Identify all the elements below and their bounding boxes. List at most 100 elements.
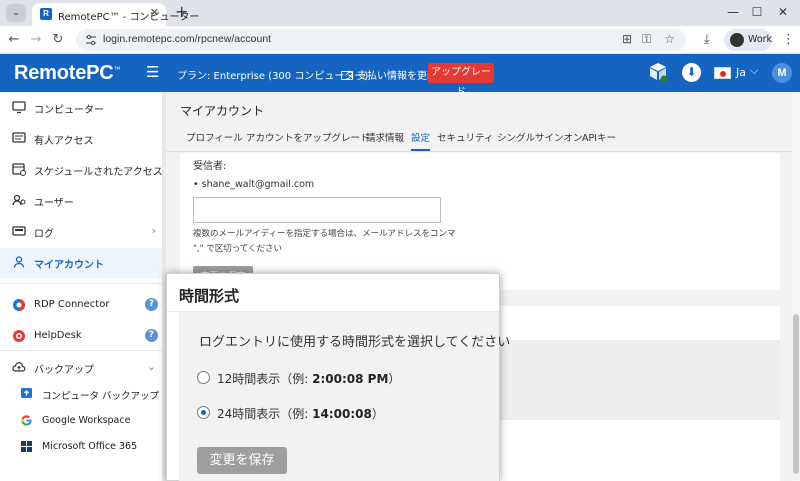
address-bar: ← → ↻ login.remotepc.com/rpcnew/account … [0,26,800,54]
time-format-zoom-callout: 時間形式 ログエントリに使用する時間形式を選択してください 12時間表示（例: … [166,273,510,481]
forward-arrow-icon[interactable]: → [28,32,44,47]
download-app-icon[interactable]: ⬇ [682,63,701,82]
calendar-icon [12,163,26,176]
monitor-icon [12,101,26,114]
tab-search-chevron-icon[interactable]: ⌄ [6,4,26,22]
sidebar-item-helpdesk[interactable]: HelpDesk ? [0,322,166,352]
tab-settings[interactable]: 設定 [411,130,431,151]
sidebar-item-rdp-connector[interactable]: RDP Connector ? [0,291,166,321]
window-close-icon[interactable]: ✕ [774,5,792,19]
content-scrollbar-thumb[interactable] [793,314,799,474]
help-icon[interactable]: ? [145,298,158,311]
sidebar-item-label: 有人アクセス [34,136,94,147]
cloud-upload-icon [12,362,26,372]
remotepc-logo[interactable]: RemotePC™ [14,62,121,85]
sidebar-item-label: スケジュールされたアクセス [34,167,163,178]
time-format-panel [498,340,780,420]
user-avatar[interactable]: M [772,63,792,83]
recipient-email-item: • shane_walt@gmail.com [193,179,315,190]
profile-avatar-icon [730,33,744,47]
maximize-icon[interactable]: ☐ [748,5,766,19]
tab-billing[interactable]: 請求情報 [366,130,404,144]
windows-icon [21,441,32,452]
sidebar-item-label: コンピューター [34,105,104,116]
sidebar-item-backup[interactable]: バックアップ ⌄ [0,353,166,383]
time-format-question: ログエントリに使用する時間形式を選択してください [199,335,511,350]
sidebar-subitem-label: Google Workspace [42,415,131,426]
bookmark-star-icon[interactable]: ☆ [664,32,675,46]
tab-profile[interactable]: プロフィール [186,130,243,144]
helpdesk-icon [13,330,25,342]
upgrade-button[interactable]: アップグレード [428,63,494,98]
log-icon [12,226,26,236]
tab-single-sign-on[interactable]: シングルサインオン [497,130,583,144]
back-arrow-icon[interactable]: ← [6,32,22,47]
time-format-body: ログエントリに使用する時間形式を選択してください 12時間表示（例: 2:00:… [179,312,510,481]
site-settings-icon[interactable] [85,34,97,46]
email-notification-card: 受信者: • shane_walt@gmail.com 複数のメールアイディーを… [180,153,780,290]
sidebar-item-logs[interactable]: ログ › [0,217,166,247]
browser-tab[interactable]: R RemotePC™ - コンピューター ✕ [32,3,200,26]
sidebar-subitem-computer-backup[interactable]: コンピュータ バックアップ [0,381,166,407]
deploy-package-icon[interactable] [648,61,668,83]
url-field[interactable]: login.remotepc.com/rpcnew/account ⊞ ⚿ ☆ [76,29,686,51]
sidebar-item-label: マイアカウント [34,260,104,271]
email-field[interactable] [193,197,441,223]
save-changes-button[interactable]: 変更を保存 [197,447,287,474]
logo-trademark: ™ [113,66,121,74]
profile-button[interactable]: Work [724,29,772,51]
sidebar-subitem-microsoft-office[interactable]: Microsoft Office 365 [0,434,166,460]
time-format-title: 時間形式 [179,287,240,305]
minimize-icon[interactable]: — [724,5,742,19]
google-icon [21,415,32,426]
credit-card-icon [341,71,353,80]
browser-menu-icon[interactable]: ⋮ [782,32,795,47]
browser-tab-strip: ⌄ R RemotePC™ - コンピューター ✕ + — ☐ ✕ [0,0,800,26]
password-key-icon[interactable]: ⚿ [642,32,651,47]
radio-label-12-hour: 12時間表示（例: 2:00:08 PM） [217,370,400,387]
recipients-label: 受信者: [193,161,227,172]
update-payment-link[interactable]: 支払い情報を更新 [341,67,437,82]
japan-flag-icon[interactable] [714,67,731,79]
hamburger-menu-icon[interactable]: ☰ [146,63,159,81]
sidebar-item-my-account[interactable]: マイアカウント [0,248,166,278]
sidebar-divider [0,350,166,351]
tab-api-key[interactable]: APIキー [582,130,616,144]
translate-icon[interactable]: ⊞ [622,32,632,46]
language-chevron-down-icon[interactable]: ⌵ [750,64,758,78]
option1-example: 2:00:08 PM [312,372,389,386]
sidebar-item-label: RDP Connector [34,299,110,310]
reload-icon[interactable]: ↻ [50,32,66,47]
tab-security[interactable]: セキュリティ [437,130,493,144]
email-hint-line2: "," で区切ってください [193,244,283,254]
plan-label: プラン: Enterprise (300 コンピューター) [177,71,369,82]
option2-suffix: ） [371,407,384,421]
option2-example: 14:00:08 [312,407,372,421]
option1-prefix: 12時間表示（例: [217,372,313,386]
rdp-icon [13,299,25,311]
email-hint-line1: 複数のメールアイディーを指定する場合は、メールアドレスをコンマ [193,229,456,239]
new-tab-plus-icon[interactable]: + [175,2,188,21]
sidebar-item-attended-access[interactable]: 有人アクセス [0,124,166,154]
sidebar-subitem-label: Microsoft Office 365 [42,441,138,452]
sidebar-subitem-google-workspace[interactable]: Google Workspace [0,408,166,434]
tab-upgrade-account[interactable]: アカウントをアップグレード [246,130,370,144]
language-selector[interactable]: Ja [736,66,746,79]
radio-24-hour[interactable] [197,406,210,419]
sidebar-item-scheduled-access[interactable]: スケジュールされたアクセス [0,155,166,185]
sidebar-item-label: ログ [34,229,54,240]
download-icon[interactable]: ⤓ [704,32,710,47]
email-hint: 複数のメールアイディーを指定する場合は、メールアドレスをコンマ "," で区切っ… [193,227,463,257]
zoom-header: 時間形式 [167,274,499,312]
radio-label-24-hour: 24時間表示（例: 14:00:08） [217,405,384,422]
sidebar-item-computers[interactable]: コンピューター [0,93,166,123]
sidebar: コンピューター 有人アクセス スケジュールされたアクセス ユーザー ログ › マ… [0,92,166,481]
remotepc-favicon-icon: R [40,8,52,20]
user-icon [13,256,25,268]
help-icon[interactable]: ? [145,329,158,342]
chevron-down-icon: ⌄ [146,360,156,373]
sidebar-subitem-label: コンピュータ バックアップ [42,391,160,402]
radio-12-hour[interactable] [197,371,210,384]
tab-close-icon[interactable]: ✕ [150,6,159,19]
sidebar-item-users[interactable]: ユーザー [0,186,166,216]
